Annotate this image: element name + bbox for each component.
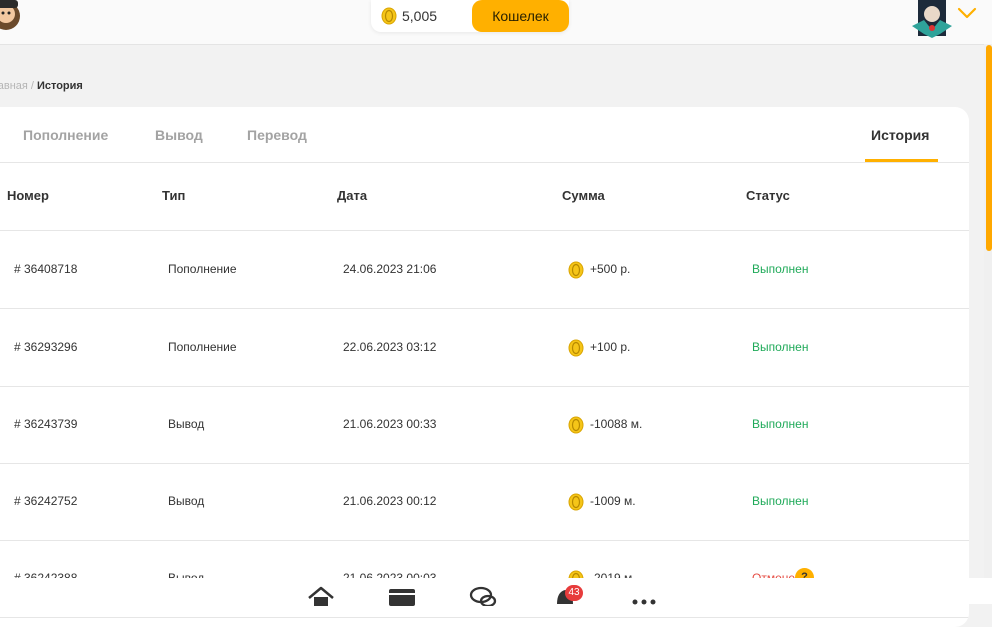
- row-status: Выполнен: [752, 340, 809, 354]
- row-type: Вывод: [168, 417, 205, 431]
- active-tab-indicator: [865, 159, 938, 162]
- home-icon[interactable]: [307, 586, 335, 606]
- column-header-status: Статус: [746, 188, 790, 203]
- breadcrumb-separator: /: [30, 80, 34, 92]
- chat-icon[interactable]: [469, 586, 497, 606]
- coin-icon: [381, 7, 397, 25]
- breadcrumb-home-link[interactable]: Главная: [0, 80, 28, 92]
- tab-deposit[interactable]: Пополнение: [23, 127, 108, 143]
- row-status: Выполнен: [752, 494, 809, 508]
- tab-bar: Пополнение Вывод Перевод История: [0, 107, 969, 163]
- row-type: Вывод: [168, 494, 205, 508]
- row-number: # 36242752: [14, 494, 78, 508]
- row-status: Выполнен: [752, 417, 809, 431]
- balance-widget: 5,005 Кошелек: [371, 0, 569, 32]
- column-header-amount: Сумма: [562, 188, 605, 203]
- breadcrumb-current: История: [36, 80, 83, 92]
- table-row: # 36293296 Пополнение 22.06.2023 03:12 +…: [0, 309, 969, 387]
- notifications-count-badge: 43: [565, 585, 583, 601]
- wallet-icon[interactable]: [388, 586, 416, 606]
- history-card: Пополнение Вывод Перевод История Номер Т…: [0, 107, 969, 627]
- chevron-down-icon[interactable]: [957, 6, 977, 20]
- row-amount: -10088 м.: [590, 417, 643, 431]
- table-row: # 36242752 Вывод 21.06.2023 00:12 -1009 …: [0, 463, 969, 541]
- row-type: Пополнение: [168, 262, 237, 276]
- table-header: Номер Тип Дата Сумма Статус: [0, 163, 969, 231]
- top-bar: 5,005 Кошелек: [0, 0, 992, 45]
- row-type: Пополнение: [168, 340, 237, 354]
- row-status: Выполнен: [752, 262, 809, 276]
- wallet-button[interactable]: Кошелек: [472, 0, 569, 32]
- row-amount: +500 р.: [590, 262, 631, 276]
- row-number: # 36243739: [14, 417, 78, 431]
- row-date: 24.06.2023 21:06: [343, 262, 437, 276]
- scrollbar-thumb[interactable]: [986, 45, 992, 251]
- user-avatar[interactable]: [910, 0, 952, 38]
- logo-mascot-icon[interactable]: [0, 0, 26, 34]
- balance-value: 5,005: [402, 8, 438, 24]
- column-header-type: Тип: [162, 188, 186, 203]
- row-number: # 36408718: [14, 262, 78, 276]
- column-header-date: Дата: [337, 188, 368, 203]
- tab-history[interactable]: История: [871, 127, 929, 143]
- breadcrumb: Главная/История: [0, 80, 83, 92]
- bottom-navigation: [0, 578, 992, 606]
- tab-transfer[interactable]: Перевод: [247, 127, 307, 143]
- table-row: # 36408718 Пополнение 24.06.2023 21:06 +…: [0, 231, 969, 309]
- row-date: 21.06.2023 00:12: [343, 494, 437, 508]
- coin-icon: [568, 261, 584, 279]
- column-header-number: Номер: [7, 188, 49, 203]
- table-row: # 36243739 Вывод 21.06.2023 00:33 -10088…: [0, 386, 969, 464]
- more-icon[interactable]: [631, 586, 659, 606]
- row-amount: -1009 м.: [590, 494, 636, 508]
- row-date: 22.06.2023 03:12: [343, 340, 437, 354]
- tab-withdraw[interactable]: Вывод: [155, 127, 203, 143]
- row-number: # 36293296: [14, 340, 78, 354]
- coin-icon: [568, 493, 584, 511]
- row-date: 21.06.2023 00:33: [343, 417, 437, 431]
- row-amount: +100 р.: [590, 340, 631, 354]
- coin-icon: [568, 339, 584, 357]
- coin-icon: [568, 416, 584, 434]
